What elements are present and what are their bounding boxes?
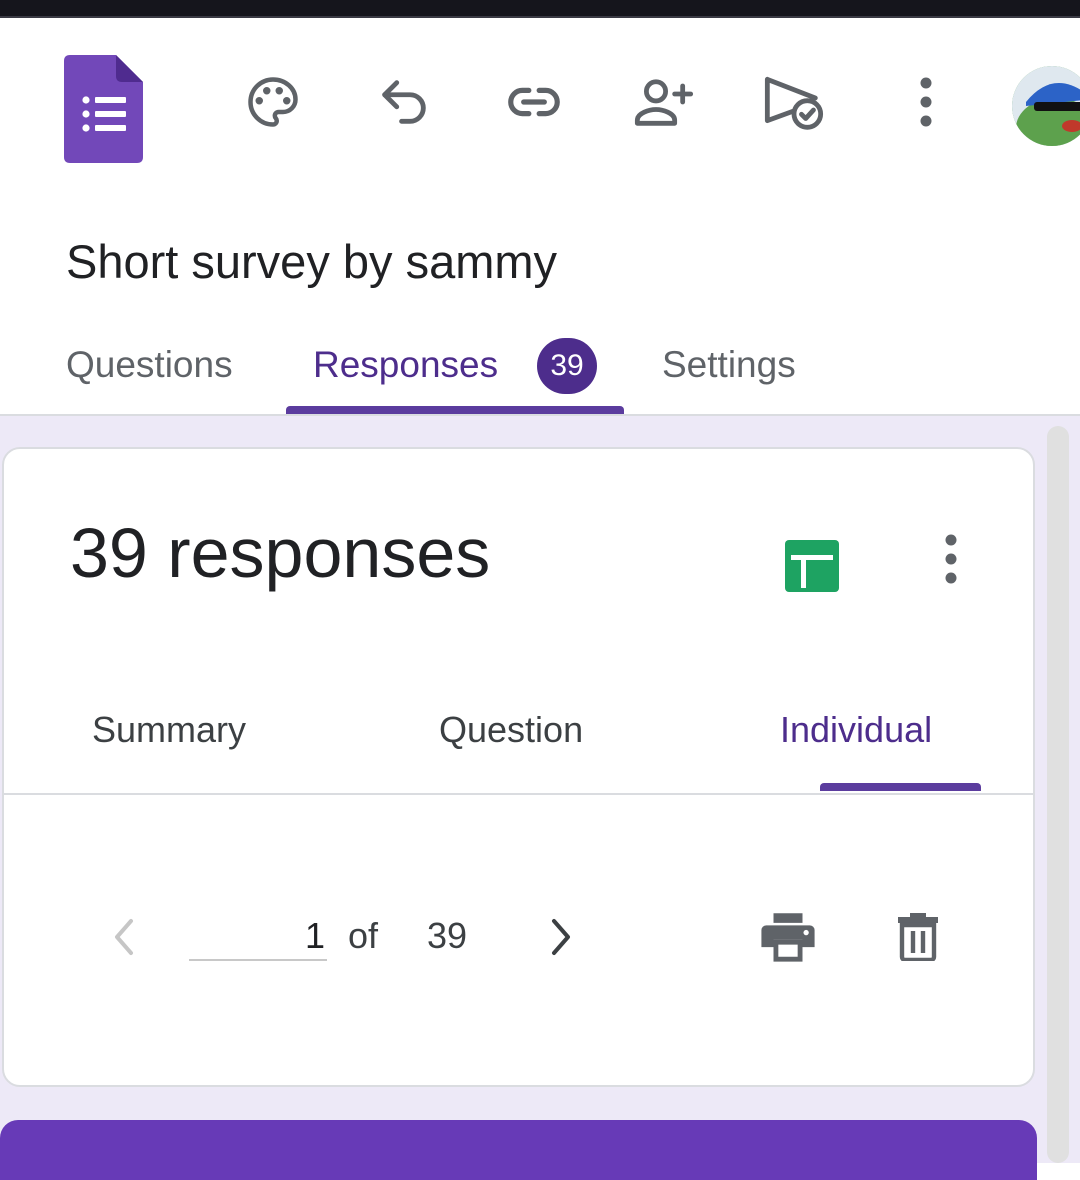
form-title[interactable]: Short survey by sammy xyxy=(66,234,557,289)
responses-count-badge: 39 xyxy=(537,338,597,394)
profile-avatar[interactable] xyxy=(1012,66,1080,146)
next-card-header xyxy=(0,1120,1037,1180)
pager-of-label: of xyxy=(348,915,379,956)
response-number-input[interactable]: 1 xyxy=(189,911,327,961)
print-icon[interactable] xyxy=(756,903,820,967)
form-tabs: Questions Responses 39 Settings xyxy=(0,330,1080,416)
tab-question[interactable]: Question xyxy=(439,709,583,751)
current-response-number: 1 xyxy=(304,915,325,956)
link-icon[interactable] xyxy=(502,70,566,134)
forms-logo-icon[interactable] xyxy=(64,55,143,163)
more-options-icon[interactable] xyxy=(929,529,973,589)
palette-icon[interactable] xyxy=(241,70,305,134)
total-responses-count: 39 xyxy=(427,915,468,956)
response-pager: 1 of 39 xyxy=(4,869,1033,989)
active-tab-indicator xyxy=(286,406,624,414)
tab-settings[interactable]: Settings xyxy=(662,344,796,386)
more-vert-icon[interactable] xyxy=(894,70,958,134)
tab-individual[interactable]: Individual xyxy=(780,709,932,751)
active-subtab-indicator xyxy=(820,783,981,791)
tab-summary[interactable]: Summary xyxy=(92,709,246,751)
system-status-bar xyxy=(0,0,1080,18)
send-icon[interactable] xyxy=(762,70,826,134)
undo-icon[interactable] xyxy=(372,70,436,134)
tab-responses[interactable]: Responses xyxy=(313,344,498,386)
delete-response-icon[interactable] xyxy=(886,903,950,967)
google-sheets-icon[interactable] xyxy=(785,540,839,597)
responses-card: 39 responses Summary Question Individual… xyxy=(2,447,1035,1087)
previous-response-button[interactable] xyxy=(100,909,148,965)
scrollbar[interactable] xyxy=(1047,426,1069,1163)
tab-questions[interactable]: Questions xyxy=(66,344,233,386)
add-collaborator-icon[interactable] xyxy=(632,70,696,134)
response-view-tabs: Summary Question Individual xyxy=(4,679,1033,795)
responses-count-title: 39 responses xyxy=(70,514,491,592)
next-response-button[interactable] xyxy=(537,909,585,965)
